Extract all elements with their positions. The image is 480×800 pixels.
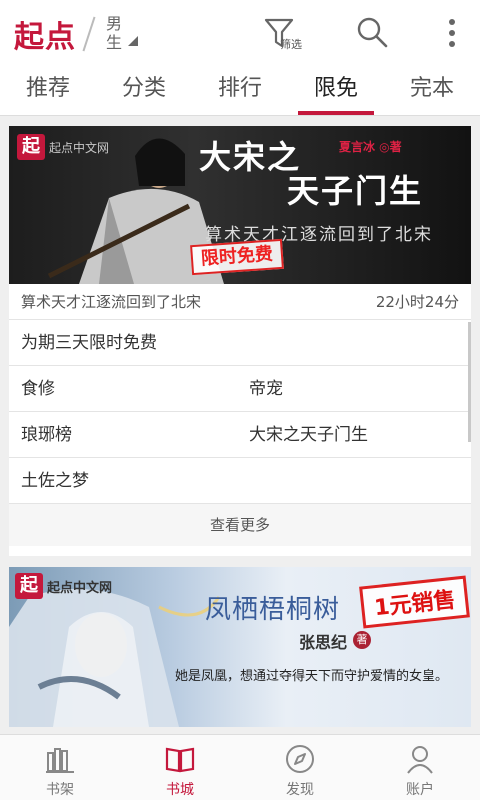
promo-banner[interactable]: 起 起点中文网 大宋之 夏言冰 ◎著 天子门生 算术天才江逐流回到了北宋 限时免… [9, 126, 471, 284]
nav-bookshelf[interactable]: 书架 [0, 735, 120, 800]
scrollbar-thumb[interactable] [468, 322, 471, 442]
brand-watermark: 起 起点中文网 [17, 134, 109, 160]
nav-account[interactable]: 账户 [360, 735, 480, 800]
brand-badge: 起 [17, 134, 45, 160]
book-title-link[interactable]: 大宋之天子门生 [249, 412, 368, 458]
gender-label-line1: 男 [106, 14, 123, 33]
bottom-navigation: 书架 书城 发现 账户 [0, 734, 480, 800]
view-more-button[interactable]: 查看更多 [9, 504, 471, 546]
search-icon[interactable] [354, 14, 390, 50]
book-title-link[interactable]: 帝宠 [249, 366, 283, 412]
bookshelf-icon [46, 748, 74, 773]
tab-categories[interactable]: 分类 [96, 68, 192, 115]
promo-period-row: 为期三天限时免费 [9, 320, 471, 366]
brand-text: 起点中文网 [49, 140, 110, 155]
tab-completed[interactable]: 完本 [384, 68, 480, 115]
tab-limited-free[interactable]: 限免 [288, 68, 384, 115]
book-title-link[interactable]: 食修 [21, 366, 55, 412]
book-title-link[interactable]: 琅琊榜 [21, 412, 72, 458]
more-options-icon[interactable] [440, 16, 464, 52]
promo-card-2: 起 起点中文网 凤栖梧桐树 1元销售 张思纪 著 她是凤凰，想通过夺得天下而守护… [9, 567, 471, 727]
author-seal: 著 [353, 631, 371, 649]
app-logo[interactable]: 起点 [14, 12, 76, 56]
nav-label: 账户 [406, 782, 434, 798]
top-bar: 起点 男 生 筛选 [0, 0, 480, 68]
promo-period-text: 为期三天限时免费 [21, 333, 157, 353]
brand-text-2: 起点中文网 [47, 580, 113, 596]
gender-label-line2: 生 [106, 33, 123, 52]
compass-icon [286, 745, 314, 773]
nav-label: 书架 [46, 782, 74, 798]
nav-label: 发现 [286, 782, 314, 798]
banner-title-line2: 天子门生 [287, 172, 424, 210]
limited-free-card: 起 起点中文网 大宋之 夏言冰 ◎著 天子门生 算术天才江逐流回到了北宋 限时免… [9, 126, 471, 556]
banner2-title: 凤栖梧桐树 [205, 595, 341, 625]
brand-watermark-2: 起 起点中文网 [15, 573, 112, 599]
brand-badge-2: 起 [15, 573, 43, 599]
gender-selector[interactable]: 男 生 [106, 14, 126, 52]
banner2-description: 她是凤凰，想通过夺得天下而守护爱情的女皇。 [175, 669, 449, 684]
promo-meta-row: 算术天才江逐流回到了北宋 22小时24分 [9, 284, 471, 320]
tab-recommend[interactable]: 推荐 [0, 68, 96, 115]
countdown-timer: 22小时24分 [375, 293, 459, 311]
one-yuan-sale-stamp: 1元销售 [359, 575, 471, 629]
book-open-icon [165, 747, 195, 773]
banner-author: 夏言冰 ◎著 [339, 140, 402, 154]
divider [82, 16, 96, 52]
nav-discover[interactable]: 发现 [240, 735, 360, 800]
book-title-link[interactable]: 土佐之梦 [21, 458, 89, 504]
promo-description: 算术天才江逐流回到了北宋 [21, 293, 202, 311]
book-row: 琅琊榜 大宋之天子门生 [9, 412, 471, 458]
filter-label[interactable]: 筛选 [280, 36, 302, 52]
nav-label: 书城 [166, 782, 194, 798]
promo-banner-2[interactable]: 起 起点中文网 凤栖梧桐树 1元销售 张思纪 著 她是凤凰，想通过夺得天下而守护… [9, 567, 471, 727]
tab-rankings[interactable]: 排行 [192, 68, 288, 115]
banner2-author: 张思纪 [299, 633, 348, 652]
nav-bookstore[interactable]: 书城 [120, 735, 240, 800]
limited-free-stamp: 限时免费 [190, 238, 284, 276]
user-icon [407, 746, 433, 774]
banner-title-line1: 大宋之 [199, 138, 302, 176]
book-row: 食修 帝宠 [9, 366, 471, 412]
category-tabs: 推荐 分类 排行 限免 完本 [0, 68, 480, 116]
dropdown-arrow-icon[interactable] [128, 36, 138, 46]
book-row: 土佐之梦 [9, 458, 471, 504]
